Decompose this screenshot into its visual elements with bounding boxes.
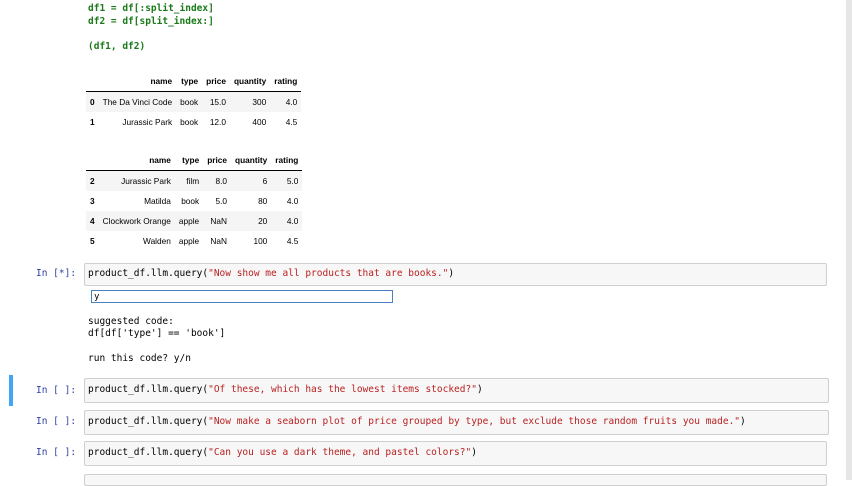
table-row: 0 The Da Vinci Code book 15.0 300 4.0 bbox=[86, 91, 302, 112]
column-header: name bbox=[98, 150, 175, 171]
table-cell: NaN bbox=[210, 236, 228, 246]
table-cell: apple bbox=[178, 236, 200, 246]
cell-prompt-running: In [*]: bbox=[36, 268, 77, 279]
table-cell: 400 bbox=[252, 117, 267, 127]
column-header: rating bbox=[271, 150, 303, 171]
table-cell: Clockwork Orange bbox=[98, 211, 175, 231]
code-cell-2-text: product_df.llm.query("Of these, which ha… bbox=[88, 384, 483, 395]
row-index: 3 bbox=[90, 196, 95, 206]
row-index: 4 bbox=[86, 211, 99, 231]
selected-cell-indicator bbox=[9, 375, 13, 406]
table-cell: Walden bbox=[143, 236, 171, 246]
column-header: price bbox=[202, 71, 230, 92]
code-line-tuple: (df1, df2) bbox=[88, 41, 146, 52]
column-header bbox=[86, 150, 99, 171]
column-header: name bbox=[98, 71, 177, 92]
table-row: 1 Jurassic Park book 12.0 400 4.5 bbox=[86, 112, 301, 132]
code-line-split-df1: df1 = df[:split_index] bbox=[88, 3, 214, 14]
code-cell-5-input[interactable] bbox=[84, 474, 827, 486]
column-header bbox=[86, 71, 99, 92]
column-header: price bbox=[203, 150, 232, 171]
table-cell: 5.0 bbox=[271, 170, 303, 191]
table-row: 5 Walden apple NaN 100 4.5 bbox=[86, 231, 302, 251]
code-line-split-df2: df2 = df[split_index:] bbox=[88, 16, 214, 27]
table-cell: Matilda bbox=[144, 196, 171, 206]
column-header: type bbox=[174, 150, 204, 171]
table-cell: NaN bbox=[203, 211, 232, 231]
table-cell: 4.0 bbox=[286, 196, 299, 206]
table-cell: book bbox=[181, 196, 200, 206]
cell-prompt: In [ ]: bbox=[36, 385, 77, 396]
table-cell: 4.5 bbox=[286, 236, 299, 246]
table-cell: 300 bbox=[229, 91, 271, 112]
code-cell-1-text: product_df.llm.query("Now show me all pr… bbox=[88, 268, 455, 279]
table-cell: 4.0 bbox=[270, 91, 302, 112]
column-header: quantity bbox=[231, 150, 272, 171]
table-cell: 6 bbox=[231, 170, 272, 191]
table-cell: book bbox=[180, 117, 199, 127]
table-cell: 20 bbox=[231, 211, 272, 231]
table-cell: book bbox=[176, 91, 203, 112]
row-index: 1 bbox=[90, 117, 95, 127]
table-cell: 8.0 bbox=[203, 170, 232, 191]
table-cell: Jurassic Park bbox=[98, 170, 175, 191]
row-index: 0 bbox=[86, 91, 99, 112]
table-cell: apple bbox=[174, 211, 204, 231]
row-index: 5 bbox=[90, 236, 95, 246]
table-cell: 80 bbox=[258, 196, 268, 206]
table-row: 3 Matilda book 5.0 80 4.0 bbox=[86, 191, 302, 211]
table-cell: 5.0 bbox=[215, 196, 228, 206]
table-cell: Jurassic Park bbox=[122, 117, 173, 127]
table-cell: film bbox=[174, 170, 204, 191]
table-row: 4 Clockwork Orange apple NaN 20 4.0 bbox=[86, 211, 303, 231]
output-suggested-label: suggested code: bbox=[88, 316, 174, 327]
table-cell: The Da Vinci Code bbox=[98, 91, 177, 112]
table-cell: 4.0 bbox=[271, 211, 303, 231]
stdin-input-field[interactable]: y bbox=[91, 290, 393, 303]
code-cell-3-text: product_df.llm.query("Now make a seaborn… bbox=[88, 416, 746, 427]
cell-prompt: In [ ]: bbox=[36, 416, 77, 427]
column-header: quantity bbox=[229, 71, 271, 92]
table-cell: 12.0 bbox=[209, 117, 226, 127]
table-cell: 100 bbox=[253, 236, 268, 246]
table-cell: 15.0 bbox=[202, 91, 230, 112]
code-cell-4-text: product_df.llm.query("Can you use a dark… bbox=[88, 447, 477, 458]
dataframe-table-1: name type price quantity rating 0 The Da Vinc… bbox=[86, 71, 302, 132]
column-header: type bbox=[176, 71, 203, 92]
dataframe-table-2: name type price quantity rating 2 Jurassic Pa… bbox=[86, 150, 303, 251]
column-header: rating bbox=[270, 71, 302, 92]
output-suggested-code: df[df['type'] == 'book'] bbox=[88, 328, 226, 339]
table-header-row: name type price quantity rating bbox=[86, 150, 303, 171]
row-index: 2 bbox=[86, 170, 99, 191]
table-row: 2 Jurassic Park film 8.0 6 5.0 bbox=[86, 170, 303, 191]
table-cell: 4.5 bbox=[285, 117, 298, 127]
scrollbar-track[interactable] bbox=[846, 0, 852, 480]
table-header-row: name type price quantity rating bbox=[86, 71, 302, 92]
output-confirm-prompt: run this code? y/n bbox=[88, 353, 191, 364]
cell-prompt: In [ ]: bbox=[36, 447, 77, 458]
